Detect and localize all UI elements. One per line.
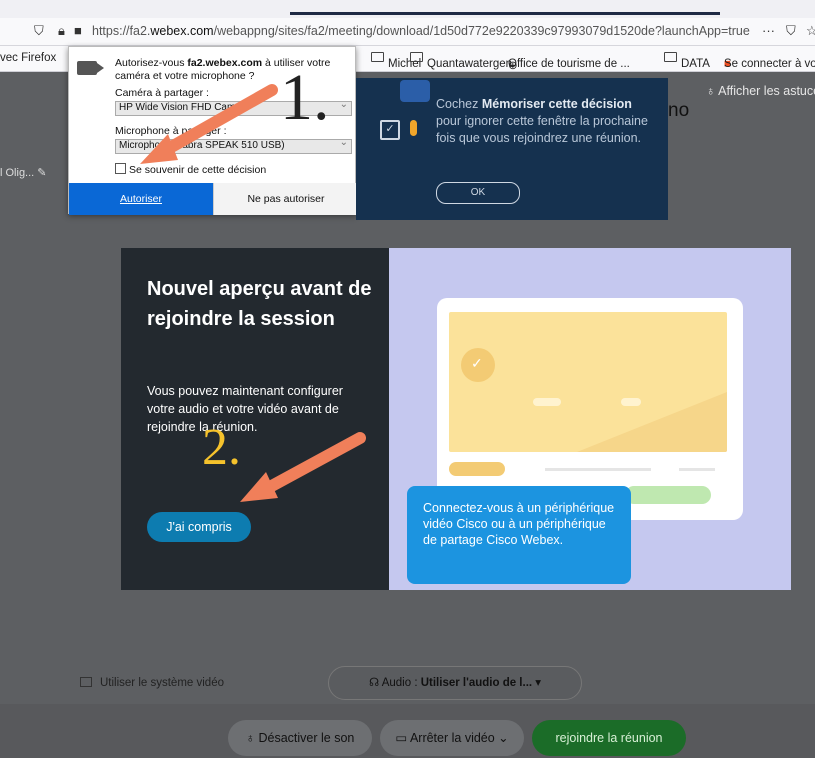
check-circle-icon xyxy=(461,348,495,382)
pencil-icon[interactable]: ✎ xyxy=(37,167,46,179)
decoration xyxy=(679,468,715,471)
preview-image xyxy=(449,312,727,452)
decoration xyxy=(625,486,711,504)
understood-button[interactable]: J'ai compris xyxy=(147,512,251,542)
meeting-title: no xyxy=(668,100,690,121)
folder-icon xyxy=(664,52,677,62)
bookmark-star-icon[interactable]: ☆ xyxy=(806,23,815,39)
video-camera-icon xyxy=(400,80,430,102)
folder-icon xyxy=(371,52,384,62)
remember-decision-tip: ✓ Cochez Mémoriser cette décision pour i… xyxy=(356,78,668,220)
join-meeting-button[interactable]: rejoindre la réunion xyxy=(532,720,686,756)
url-bar[interactable]: ⛉ 🔒︎ ■ https://fa2.webex.com/webappng/si… xyxy=(0,18,815,46)
remember-decision-checkbox[interactable]: Se souvenir de cette décision xyxy=(115,163,266,176)
decoration xyxy=(545,468,651,471)
onboarding-panel: Nouvel aperçu avant de rejoindre la sess… xyxy=(121,248,389,590)
lightbulb-icon: ♁ xyxy=(706,84,719,98)
device-connect-tip: Connectez-vous à un périphérique vidéo C… xyxy=(407,486,631,584)
chevron-down-icon: ▾ xyxy=(532,677,542,689)
folder-icon xyxy=(410,52,423,62)
tip-text: Cochez Mémoriser cette décision pour ign… xyxy=(436,97,648,145)
shield-icon[interactable]: ⛉ xyxy=(34,23,44,39)
decoration xyxy=(533,398,561,406)
checkbox-icon[interactable] xyxy=(115,163,126,174)
camera-permission-icon[interactable]: ■ xyxy=(74,23,82,38)
deny-button[interactable]: Ne pas autoriser xyxy=(213,183,358,215)
bookmark-data[interactable]: DATA xyxy=(664,52,710,70)
pocket-icon[interactable]: ⛉ xyxy=(786,23,796,39)
microphone-icon xyxy=(410,120,417,136)
microphone-select[interactable]: Microphone (Jabra SPEAK 510 USB) xyxy=(115,139,352,154)
headset-icon: ☊ xyxy=(368,677,382,689)
tab-strip xyxy=(0,0,815,18)
audio-selector[interactable]: ☊ Audio : Utiliser l'audio de l... ▾ xyxy=(328,666,582,700)
onboarding-title: Nouvel aperçu avant de rejoindre la sess… xyxy=(147,278,372,330)
page-actions-menu-icon[interactable]: ··· xyxy=(762,23,775,38)
decoration xyxy=(577,392,727,452)
lock-icon[interactable]: 🔒︎ xyxy=(58,23,65,39)
display-name[interactable]: l Olig... ✎ xyxy=(0,166,47,179)
show-tips-link[interactable]: ♁ Afficher les astuces xyxy=(706,84,815,98)
url-text[interactable]: https://fa2.webex.com/webappng/sites/fa2… xyxy=(92,24,750,38)
step-1-label: 1. xyxy=(280,61,330,134)
chevron-down-icon[interactable]: ⌄ xyxy=(495,731,508,745)
bookmark-michel[interactable]: Michel xyxy=(371,52,421,70)
bookmark-item[interactable]: vec Firefox xyxy=(0,52,56,64)
microphone-icon: ♁ xyxy=(245,731,259,745)
stop-video-button[interactable]: ▭ Arrêter la vidéo ⌄ xyxy=(380,720,524,756)
camera-label: Caméra à partager : xyxy=(115,87,209,99)
use-system-video-link[interactable]: Utiliser le système vidéo xyxy=(80,677,224,689)
decoration xyxy=(449,462,505,476)
onboarding-body: Vous pouvez maintenant configurer votre … xyxy=(147,384,343,434)
tip-ok-button[interactable]: OK xyxy=(436,182,520,204)
microphone-label: Microphone à partager : xyxy=(115,125,227,137)
bookmark-quantawatergen[interactable]: Quantawatergen xyxy=(410,52,512,70)
mute-button[interactable]: ♁ Désactiver le son xyxy=(228,720,372,756)
checkbox-check-icon: ✓ xyxy=(380,120,400,140)
active-tab-indicator xyxy=(290,12,720,15)
camera-icon xyxy=(77,61,104,75)
video-camera-icon: ▭ xyxy=(395,731,410,745)
allow-button[interactable]: Autoriser xyxy=(69,183,213,215)
step-2-label: 2. xyxy=(202,419,241,476)
cast-icon xyxy=(80,677,92,687)
